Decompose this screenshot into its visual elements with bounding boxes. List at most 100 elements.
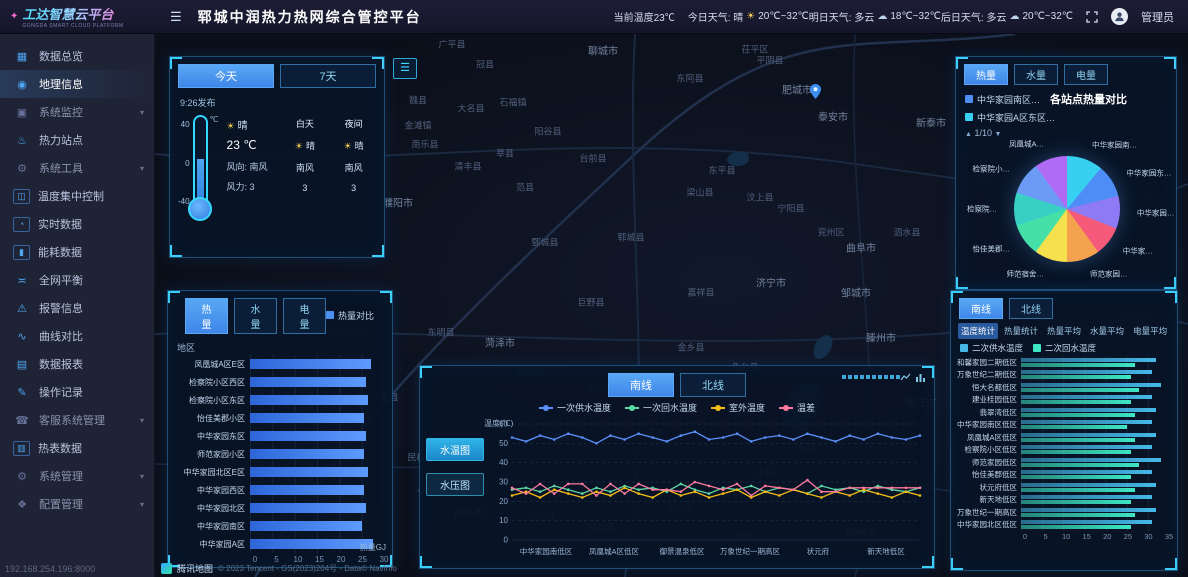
pie-tab-热量[interactable]: 热量: [964, 64, 1008, 85]
page-down-icon[interactable]: ▼: [995, 131, 1002, 138]
thermometer-tube: [193, 115, 208, 211]
subtab-温度统计[interactable]: 温度统计: [958, 323, 998, 339]
legend-item[interactable]: 温差: [779, 401, 815, 414]
page-title: 郓城中润热力热网综合管控平台: [198, 7, 422, 27]
forecast-label: 明日天气: 多云: [809, 9, 875, 24]
sidebar-item-配置管理[interactable]: ❖配置管理▾: [0, 490, 154, 518]
pie-disc[interactable]: [1014, 156, 1120, 262]
sidebar-item-曲线对比[interactable]: ∿曲线对比: [0, 322, 154, 350]
sidebar-item-能耗数据[interactable]: ▮能耗数据: [0, 238, 154, 266]
line-chart[interactable]: 温度(℃) 0102030405060中华家园南低区凤凰城A区低区御景温泉低区万…: [484, 416, 930, 569]
page-dot[interactable]: [884, 375, 888, 379]
map-pin[interactable]: [810, 84, 821, 99]
map-place-label: 阳谷县: [534, 125, 561, 138]
bar: [1021, 375, 1131, 379]
map-layers-button[interactable]: ☰: [393, 58, 417, 79]
mode-button-水温图[interactable]: 水温图: [426, 438, 484, 461]
page-dot[interactable]: [848, 375, 852, 379]
sidebar-item-系统工具[interactable]: ⚙系统工具▾: [0, 154, 154, 182]
subtab-热量平均[interactable]: 热量平均: [1044, 323, 1084, 339]
sidebar-item-全网平衡[interactable]: ≍全网平衡: [0, 266, 154, 294]
service-icon: ☎: [13, 414, 31, 427]
x-axis: 05101520253035: [1025, 532, 1169, 543]
edit-icon: ✎: [13, 386, 31, 399]
bar-chart-icon[interactable]: [915, 372, 926, 383]
pie-slice-label: 中华家园东区…: [1126, 167, 1177, 178]
app-logo: ✦ 工达智慧云平台 GONGDA SMART CLOUD PLATFORM: [0, 4, 150, 29]
trend-tab-南线[interactable]: 南线: [608, 373, 674, 397]
legend-item[interactable]: 二次回水温度: [1033, 342, 1096, 354]
legend-marker: [539, 407, 553, 409]
bar: [1021, 408, 1156, 412]
bar-track: [1021, 406, 1169, 419]
pie-chart[interactable]: 中华家园南侧区中华家园东区…中华家园…中华家…师范家园…师范宿舍…怡佳美郡…检察…: [956, 138, 1176, 290]
sidebar-item-热表数据[interactable]: ▥热表数据: [0, 434, 154, 462]
pie-tab-水量[interactable]: 水量: [1014, 64, 1058, 85]
bars-tab-热量[interactable]: 热量: [185, 298, 228, 334]
sidebar-item-报警信息[interactable]: ⚠报警信息: [0, 294, 154, 322]
day-condition: ☀晴: [281, 139, 330, 152]
mode-button-水压图[interactable]: 水压图: [426, 473, 484, 496]
page-dot[interactable]: [890, 375, 894, 379]
sidebar-item-温度集中控制[interactable]: ◫温度集中控制: [0, 182, 154, 210]
page-dot[interactable]: [854, 375, 858, 379]
sidebar-item-系统管理[interactable]: ⚙系统管理▾: [0, 462, 154, 490]
legend-item[interactable]: 中华家园A区东区…: [965, 111, 1055, 124]
bar-label: 建业桂园低区: [955, 394, 1021, 405]
sidebar-item-数据总览[interactable]: ▦数据总览: [0, 42, 154, 70]
page-dot[interactable]: [872, 375, 876, 379]
menu-toggle-icon[interactable]: ☰: [170, 9, 182, 25]
map-canvas[interactable]: 广平县冠县聊城市茌平区东阿县平阴县肥城市泰安市新泰市魏县大名县石福镇金滩镇阳谷县…: [155, 34, 1188, 577]
svg-text:30: 30: [499, 478, 508, 487]
bar-label: 中华家园东区: [174, 431, 250, 442]
scale-max: 40: [178, 120, 190, 129]
user-name[interactable]: 管理员: [1141, 9, 1174, 25]
hbar-chart[interactable]: 凤凰城A区E区检察院小区西区检察院小区东区怡佳美郡小区中华家园东区师范家园小区中…: [168, 355, 392, 553]
pie-tab-电量[interactable]: 电量: [1064, 64, 1108, 85]
sun-icon: ☀: [295, 141, 303, 151]
report-icon: ▤: [13, 358, 31, 371]
weather-tab-今天[interactable]: 今天: [178, 64, 274, 88]
y-axis-title: 温度(℃): [484, 418, 513, 429]
page-dot[interactable]: [860, 375, 864, 379]
sidebar-item-地理信息[interactable]: ◉地理信息: [0, 70, 154, 98]
cmp-tab-北线[interactable]: 北线: [1009, 298, 1053, 319]
legend-item[interactable]: 热量对比: [326, 309, 374, 322]
subtab-水量平均[interactable]: 水量平均: [1087, 323, 1127, 339]
bars-tab-电量[interactable]: 电量: [283, 298, 326, 334]
legend-item[interactable]: 中华家园南区…: [965, 93, 1040, 106]
legend-item[interactable]: 一次回水温度: [625, 401, 697, 414]
line-chart-icon[interactable]: [900, 372, 911, 383]
page-dot[interactable]: [866, 375, 870, 379]
pagination-dots[interactable]: [842, 375, 900, 379]
bar-track: [1021, 494, 1169, 507]
sidebar-item-实时数据[interactable]: ◔实时数据: [0, 210, 154, 238]
avatar[interactable]: [1111, 8, 1128, 25]
cmp-tab-南线[interactable]: 南线: [959, 298, 1003, 319]
page-dot[interactable]: [842, 375, 846, 379]
sidebar-item-操作记录[interactable]: ✎操作记录: [0, 378, 154, 406]
map-place-label: 平阴县: [756, 54, 783, 67]
legend-item[interactable]: 一次供水温度: [539, 401, 611, 414]
weather-tab-7天[interactable]: 7天: [280, 64, 376, 88]
page-up-icon[interactable]: ▲: [965, 131, 972, 138]
bar-label: 中华家园南区低区: [955, 419, 1021, 430]
legend-item[interactable]: 室外温度: [711, 401, 765, 414]
subtab-电量平均[interactable]: 电量平均: [1130, 323, 1170, 339]
page-dot[interactable]: [878, 375, 882, 379]
bars-tab-水量[interactable]: 水量: [234, 298, 277, 334]
weather-forecast-strip: 今日天气: 晴 ☀20℃~32℃明日天气: 多云 ☁18℃~32℃后日天气: 多…: [688, 9, 1073, 24]
fullscreen-icon[interactable]: [1086, 11, 1098, 23]
sidebar-item-热力站点[interactable]: ♨热力站点: [0, 126, 154, 154]
sidebar-item-系统监控[interactable]: ▣系统监控▾: [0, 98, 154, 126]
grouped-hbar-chart[interactable]: 和馨家园二期低区万象世纪二期低区恒大名都低区建业桂园低区翡翠湾低区中华家园南区低…: [951, 356, 1177, 531]
legend-item[interactable]: 二次供水温度: [960, 342, 1023, 354]
bar-track: [250, 445, 384, 463]
wind-power: 风力: 3: [227, 180, 281, 193]
table-row: 建业桂园低区: [951, 394, 1177, 407]
location-icon: ◉: [13, 78, 31, 91]
sidebar-item-客服系统管理[interactable]: ☎客服系统管理▾: [0, 406, 154, 434]
subtab-热量统计[interactable]: 热量统计: [1001, 323, 1041, 339]
sidebar-item-数据报表[interactable]: ▤数据报表: [0, 350, 154, 378]
trend-tab-北线[interactable]: 北线: [680, 373, 746, 397]
